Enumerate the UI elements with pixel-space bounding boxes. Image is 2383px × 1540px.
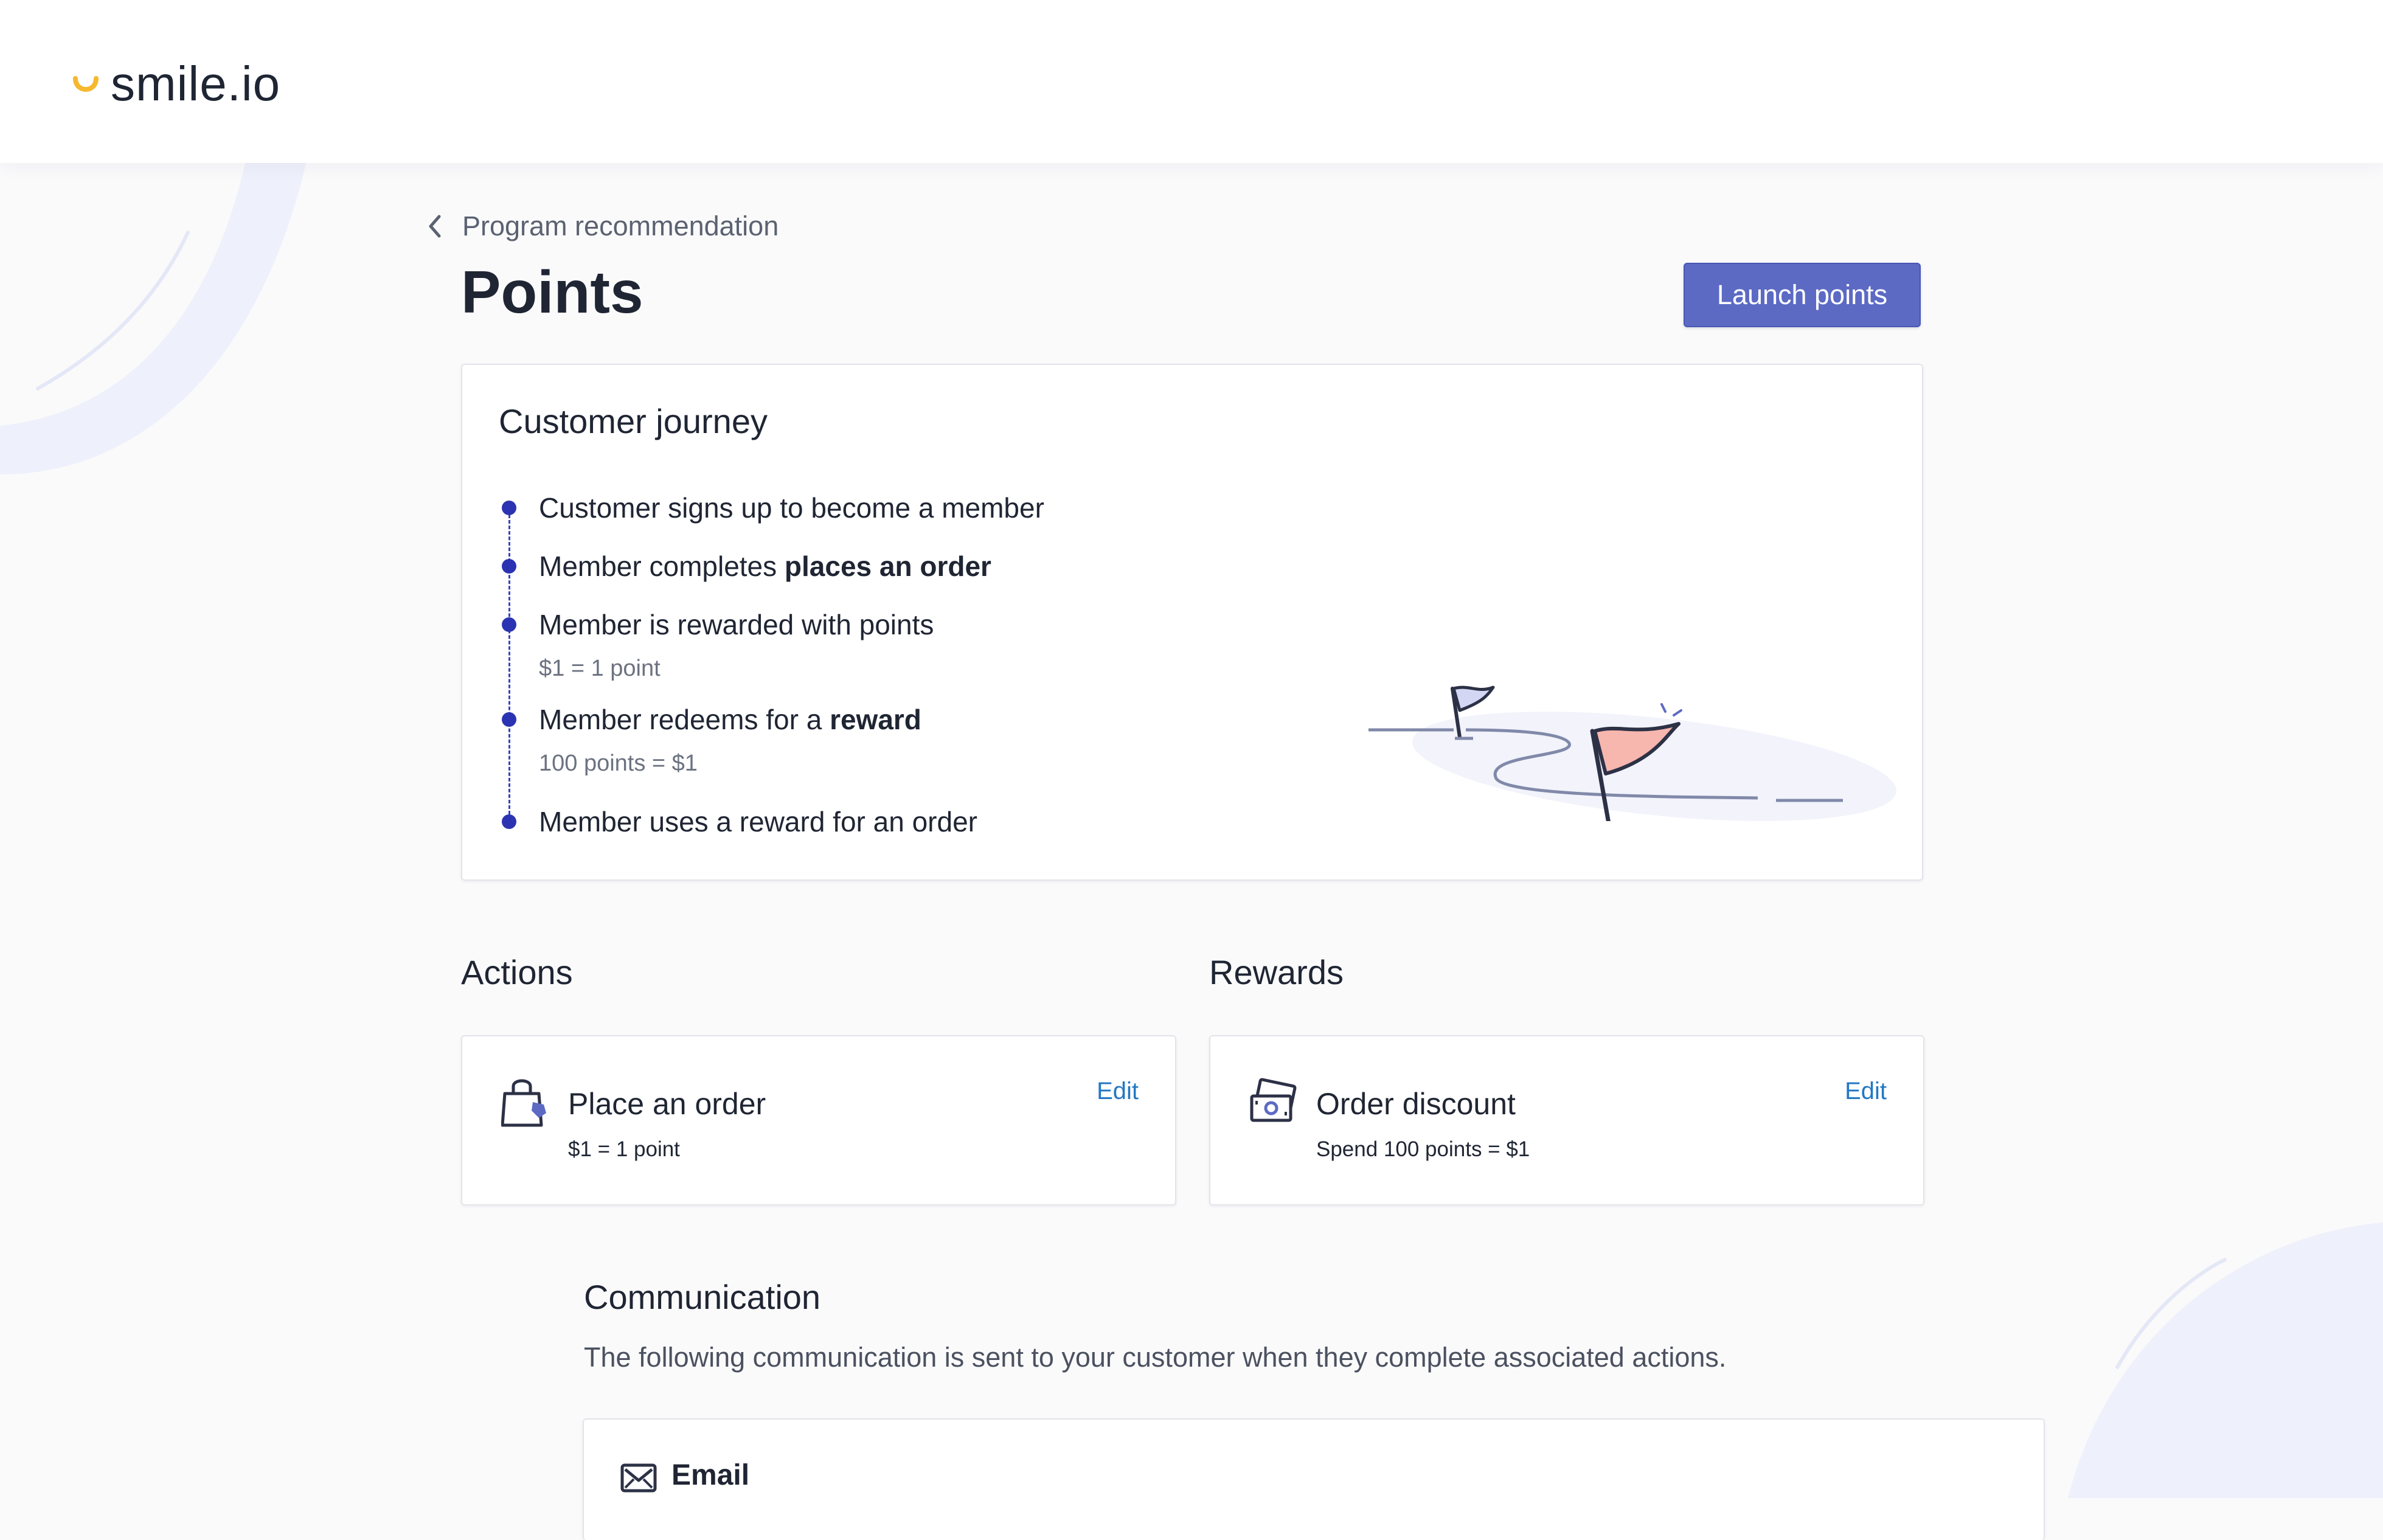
journey-step-text: Customer signs up to become a member xyxy=(539,492,1044,524)
action-card-place-order: Place an order $1 = 1 point Edit xyxy=(461,1035,1176,1205)
journey-step-detail: $1 = 1 point xyxy=(539,656,661,681)
back-link-label: Program recommendation xyxy=(462,210,779,241)
journey-flags-illustration xyxy=(1368,685,1896,821)
edit-action-link[interactable]: Edit xyxy=(1097,1078,1139,1105)
page-title: Points xyxy=(461,258,643,325)
main-content: Program recommendation Points Launch poi… xyxy=(0,0,2383,1540)
action-title: Place an order xyxy=(568,1087,766,1121)
timeline-dot xyxy=(502,712,516,727)
journey-step-text: Member completes places an order xyxy=(539,550,991,582)
journey-step-emphasis: places an order xyxy=(784,550,991,582)
rewards-title: Rewards xyxy=(1209,953,1344,991)
envelope-icon xyxy=(620,1463,657,1493)
top-bar: smile.io xyxy=(0,0,2383,163)
journey-step-emphasis: reward xyxy=(830,704,921,735)
journey-step-text: Member redeems for a reward xyxy=(539,704,921,735)
reward-card-order-discount: Order discount Spend 100 points = $1 Edi… xyxy=(1209,1035,1924,1205)
action-detail: $1 = 1 point xyxy=(568,1137,680,1161)
customer-journey-card: Customer journey Customer signs up to be… xyxy=(461,364,1923,881)
timeline-dot xyxy=(502,559,516,574)
actions-title: Actions xyxy=(461,953,573,991)
smile-logo-icon xyxy=(73,76,99,92)
timeline-dot xyxy=(502,814,516,829)
journey-step-detail: 100 points = $1 xyxy=(539,751,698,776)
customer-journey-title: Customer journey xyxy=(499,402,768,440)
cash-discount-icon xyxy=(1250,1078,1297,1122)
timeline-connector xyxy=(508,504,510,820)
reward-title: Order discount xyxy=(1316,1087,1516,1121)
chevron-left-icon xyxy=(429,215,441,238)
email-title: Email xyxy=(671,1459,750,1491)
communication-title: Communication xyxy=(584,1278,821,1316)
launch-points-button[interactable]: Launch points xyxy=(1684,263,1921,327)
timeline-dot xyxy=(502,501,516,515)
reward-detail: Spend 100 points = $1 xyxy=(1316,1137,1530,1161)
journey-step-text: Member is rewarded with points xyxy=(539,609,934,640)
journey-step-text: Member uses a reward for an order xyxy=(539,806,977,838)
timeline-dot xyxy=(502,617,516,632)
smile-logo[interactable]: smile.io xyxy=(72,54,280,114)
logo-text: smile.io xyxy=(111,57,281,111)
back-link[interactable]: Program recommendation xyxy=(426,207,779,246)
shopping-bag-icon xyxy=(501,1079,546,1127)
edit-reward-link[interactable]: Edit xyxy=(1845,1078,1887,1105)
email-communication-card[interactable]: Email xyxy=(583,1418,2045,1540)
communication-description: The following communication is sent to y… xyxy=(584,1342,1727,1373)
